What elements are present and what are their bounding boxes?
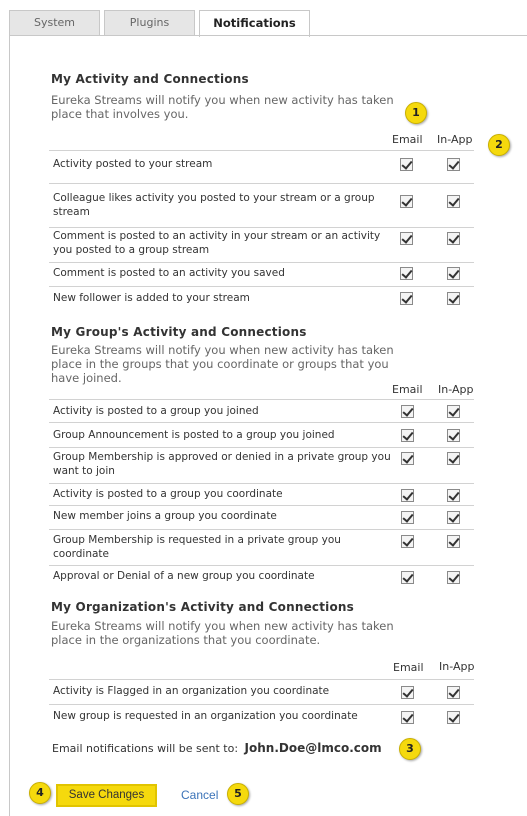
email-checkbox[interactable] [400,232,413,245]
inapp-checkbox[interactable] [447,267,460,280]
email-checkbox[interactable] [401,571,414,584]
column-header-inapp: In-App [438,383,474,396]
email-address: John.Doe@lmco.com [244,741,382,755]
table-row: Activity is posted to a group you joined [49,399,474,422]
inapp-checkbox[interactable] [447,535,460,548]
column-header-inapp: In-App [437,133,473,146]
callout-badge: 2 [488,134,510,156]
table-row: Group Membership is requested in a priva… [49,529,474,565]
section-desc-groups: Eureka Streams will notify you when new … [51,343,394,385]
callout-badge: 4 [29,782,51,804]
inapp-checkbox[interactable] [447,452,460,465]
row-label: Group Membership is requested in a priva… [53,534,341,560]
row-label: Comment is posted to an activity you sav… [53,267,285,279]
cancel-link[interactable]: Cancel [181,788,218,802]
email-checkbox[interactable] [401,489,414,502]
section-desc-activity: Eureka Streams will notify you when new … [51,93,394,121]
inapp-checkbox[interactable] [447,511,460,524]
table-row: Group Announcement is posted to a group … [49,422,474,447]
row-label: Activity posted to your stream [53,158,213,170]
email-checkbox[interactable] [400,292,413,305]
inapp-checkbox[interactable] [447,195,460,208]
table-row: New group is requested in an organizatio… [49,704,474,728]
row-label: Colleague likes activity you posted to y… [53,192,375,218]
email-checkbox[interactable] [401,511,414,524]
tab-bar: System Plugins Notifications [0,0,527,37]
callout-badge: 3 [399,738,421,760]
email-checkbox[interactable] [400,267,413,280]
row-label: New group is requested in an organizatio… [53,710,358,722]
table-row: Activity posted to your stream [49,150,474,183]
inapp-checkbox[interactable] [447,489,460,502]
email-notice-label: Email notifications will be sent to: [52,742,239,755]
save-changes-button[interactable]: Save Changes [56,784,157,807]
inapp-checkbox[interactable] [447,711,460,724]
row-label: New member joins a group you coordinate [53,510,277,522]
row-label: Group Membership is approved or denied i… [53,451,391,477]
email-checkbox[interactable] [400,158,413,171]
row-label: Group Announcement is posted to a group … [53,429,335,441]
email-checkbox[interactable] [400,195,413,208]
inapp-checkbox[interactable] [447,232,460,245]
email-checkbox[interactable] [401,535,414,548]
section-title-activity: My Activity and Connections [51,72,249,86]
inapp-checkbox[interactable] [447,686,460,699]
table-row: Comment is posted to an activity you sav… [49,262,474,286]
inapp-checkbox[interactable] [447,405,460,418]
inapp-checkbox[interactable] [447,158,460,171]
tab-notifications[interactable]: Notifications [199,10,310,37]
inapp-checkbox[interactable] [447,429,460,442]
email-notice: Email notifications will be sent to: Joh… [52,741,382,755]
row-label: Activity is Flagged in an organization y… [53,685,330,697]
section-title-groups: My Group's Activity and Connections [51,325,307,339]
row-label: Activity is posted to a group you coordi… [53,488,283,500]
callout-badge: 5 [227,783,249,805]
table-row: Comment is posted to an activity in your… [49,227,474,262]
table-row: Group Membership is approved or denied i… [49,447,474,483]
table-row: Colleague likes activity you posted to y… [49,183,474,227]
callout-badge: 1 [405,102,427,124]
row-label: Approval or Denial of a new group you co… [53,570,315,582]
section-desc-organization: Eureka Streams will notify you when new … [51,619,394,647]
table-row: Activity is posted to a group you coordi… [49,483,474,505]
inapp-checkbox[interactable] [447,571,460,584]
section-title-organization: My Organization's Activity and Connectio… [51,600,355,614]
email-checkbox[interactable] [401,452,414,465]
row-label: New follower is added to your stream [53,292,250,304]
tab-system[interactable]: System [9,10,100,36]
email-checkbox[interactable] [401,686,414,699]
row-label: Activity is posted to a group you joined [53,405,259,417]
email-checkbox[interactable] [401,405,414,418]
column-header-email: Email [392,383,423,396]
table-row: Approval or Denial of a new group you co… [49,565,474,588]
table-row: New member joins a group you coordinate [49,505,474,529]
row-label: Comment is posted to an activity in your… [53,230,381,256]
column-header-email: Email [393,661,424,674]
column-header-inapp: In-App [439,660,475,673]
table-row: Activity is Flagged in an organization y… [49,679,474,704]
column-header-email: Email [392,133,423,146]
email-checkbox[interactable] [401,711,414,724]
tab-plugins[interactable]: Plugins [104,10,195,36]
email-checkbox[interactable] [401,429,414,442]
table-row: New follower is added to your stream [49,286,474,309]
inapp-checkbox[interactable] [447,292,460,305]
